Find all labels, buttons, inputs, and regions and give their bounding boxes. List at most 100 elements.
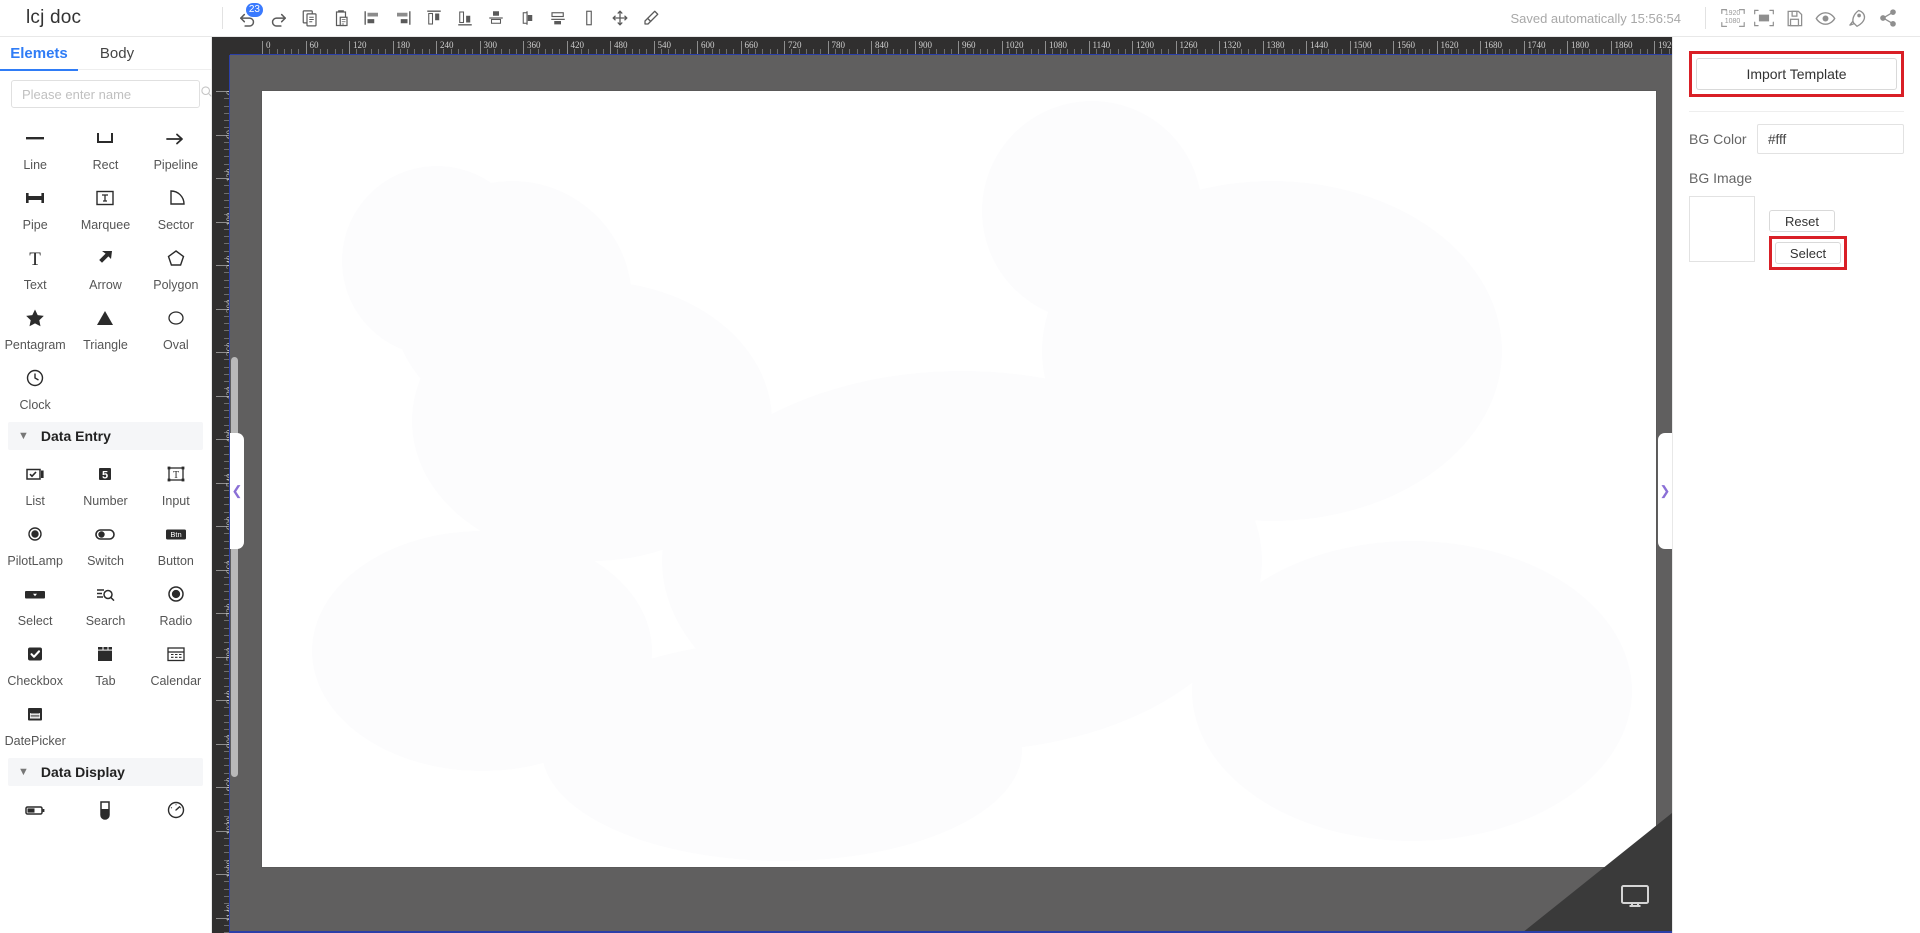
palette-label: DatePicker bbox=[4, 734, 66, 748]
palette-label: Polygon bbox=[153, 278, 199, 292]
bg-color-input[interactable]: #fff bbox=[1757, 124, 1904, 154]
redo-button[interactable] bbox=[264, 4, 293, 33]
align-bottom-button[interactable] bbox=[450, 4, 479, 33]
palette-item-polygon[interactable]: Polygon bbox=[141, 236, 211, 296]
palette-label: Pipeline bbox=[153, 158, 199, 172]
palette-item-rect[interactable]: Rect bbox=[70, 116, 140, 176]
palette-item-search[interactable]: Search bbox=[70, 572, 140, 632]
palette-item-tab[interactable]: Tab bbox=[70, 632, 140, 692]
preview-button[interactable] bbox=[1811, 4, 1840, 33]
collapse-right-handle[interactable]: ❯ bbox=[1658, 433, 1672, 549]
format-painter-button[interactable] bbox=[636, 4, 665, 33]
palette-item-switch[interactable]: Switch bbox=[70, 512, 140, 572]
copy-button[interactable] bbox=[295, 4, 324, 33]
chevron-right-icon: ❯ bbox=[1659, 483, 1671, 498]
palette-item-line[interactable]: Line bbox=[0, 116, 70, 176]
resolution-width: 1920 bbox=[1724, 10, 1741, 17]
bg-image-reset-button[interactable]: Reset bbox=[1769, 210, 1835, 232]
ruler-tick bbox=[1088, 41, 1090, 55]
align-center-vertical-button[interactable] bbox=[481, 4, 510, 33]
palette-item-tank[interactable] bbox=[70, 788, 140, 834]
bg-image-select-button[interactable]: Select bbox=[1775, 242, 1841, 264]
palette-label: Sector bbox=[157, 218, 194, 232]
switch-icon bbox=[92, 521, 118, 547]
search-input[interactable] bbox=[20, 85, 200, 103]
canvas-vertical-scrollbar[interactable] bbox=[231, 357, 238, 777]
ruler-tick bbox=[436, 41, 437, 55]
palette-item-number[interactable]: 5 Number bbox=[70, 452, 140, 512]
palette-group-data-entry: List 5 Number T Input PilotLamp Switch B… bbox=[0, 452, 211, 752]
align-left-button[interactable] bbox=[357, 4, 386, 33]
horizontal-ruler[interactable]: 0 60 120 180 240 300 360 420 480 540 600 660 720 780 8… bbox=[230, 37, 1672, 55]
bg-image-row: Reset Select bbox=[1689, 196, 1904, 270]
palette-item-sector[interactable]: Sector bbox=[141, 176, 211, 236]
paste-button[interactable] bbox=[326, 4, 355, 33]
share-button[interactable] bbox=[1873, 4, 1902, 33]
search-box[interactable] bbox=[11, 80, 212, 108]
palette-label: Checkbox bbox=[7, 674, 63, 688]
palette-item-arrow[interactable]: Arrow bbox=[70, 236, 140, 296]
palette-item-pilotlamp[interactable]: PilotLamp bbox=[0, 512, 70, 572]
palette-item-pentagram[interactable]: Pentagram bbox=[0, 296, 70, 356]
palette-item-button[interactable]: Btn Button bbox=[141, 512, 211, 572]
fit-screen-button[interactable] bbox=[1749, 4, 1778, 33]
bg-image-preview[interactable] bbox=[1689, 196, 1755, 262]
svg-text:Btn: Btn bbox=[170, 530, 181, 539]
canvas-page[interactable] bbox=[262, 91, 1656, 867]
publish-button[interactable] bbox=[1842, 4, 1871, 33]
palette-item-battery[interactable] bbox=[0, 788, 70, 834]
gauge-icon bbox=[164, 797, 188, 823]
move-button[interactable] bbox=[605, 4, 634, 33]
palette-group-shapes: Line Rect Pipeline Pipe Marquee Sector T… bbox=[0, 116, 211, 416]
monitor-icon[interactable] bbox=[1620, 884, 1650, 915]
arrow-icon bbox=[93, 245, 117, 271]
ruler-tick bbox=[697, 41, 698, 55]
palette-item-calendar[interactable]: Calendar bbox=[141, 632, 211, 692]
palette-item-list[interactable]: List bbox=[0, 452, 70, 512]
element-palette[interactable]: Line Rect Pipeline Pipe Marquee Sector T… bbox=[0, 116, 211, 933]
canvas-workarea[interactable]: 0 60 120 180 240 300 360 420 480 540 600 660 720 780 8… bbox=[212, 37, 1672, 933]
calendar-icon bbox=[164, 641, 188, 667]
select-button-highlight: Select bbox=[1769, 236, 1847, 270]
align-right-button[interactable] bbox=[388, 4, 417, 33]
palette-item-select[interactable]: Select bbox=[0, 572, 70, 632]
palette-item-triangle[interactable]: Triangle bbox=[70, 296, 140, 356]
bg-color-label: BG Color bbox=[1689, 131, 1747, 147]
vertical-ruler[interactable]: 0601201802403003604204805406006607207808… bbox=[212, 55, 230, 933]
group-header-data-display[interactable]: ▼ Data Display bbox=[8, 758, 203, 786]
ruler-tick bbox=[914, 41, 916, 55]
group-header-data-entry[interactable]: ▼ Data Entry bbox=[8, 422, 203, 450]
palette-item-gauge[interactable] bbox=[141, 788, 211, 834]
canvas-scroll-region[interactable] bbox=[230, 55, 1672, 933]
distribute-vertical-button[interactable] bbox=[543, 4, 572, 33]
import-template-button[interactable]: Import Template bbox=[1696, 58, 1897, 90]
undo-button[interactable]: 23 bbox=[233, 2, 263, 33]
save-button[interactable] bbox=[1780, 4, 1809, 33]
search-list-icon bbox=[93, 581, 117, 607]
collapse-left-handle[interactable]: ❮ bbox=[230, 433, 244, 549]
ruler-tick bbox=[610, 41, 611, 55]
align-center-horizontal-button[interactable] bbox=[512, 4, 541, 33]
ruler-tick bbox=[784, 41, 785, 55]
distribute-horizontal-button[interactable] bbox=[574, 4, 603, 33]
palette-item-radio[interactable]: Radio bbox=[141, 572, 211, 632]
palette-item-pipe[interactable]: Pipe bbox=[0, 176, 70, 236]
palette-item-checkbox[interactable]: Checkbox bbox=[0, 632, 70, 692]
palette-item-text[interactable]: T Text bbox=[0, 236, 70, 296]
palette-label: List bbox=[25, 494, 45, 508]
resolution-button[interactable]: 1920 1080 bbox=[1718, 4, 1747, 33]
svg-text:T: T bbox=[173, 470, 179, 481]
palette-item-marquee[interactable]: Marquee bbox=[70, 176, 140, 236]
palette-item-datepicker[interactable]: DatePicker bbox=[0, 692, 70, 752]
tab-body[interactable]: Body bbox=[78, 37, 156, 70]
palette-label: Marquee bbox=[80, 218, 131, 232]
palette-item-clock[interactable]: Clock bbox=[0, 356, 70, 416]
palette-item-oval[interactable]: Oval bbox=[141, 296, 211, 356]
palette-label: Number bbox=[83, 494, 128, 508]
palette-item-input[interactable]: T Input bbox=[141, 452, 211, 512]
align-top-button[interactable] bbox=[419, 4, 448, 33]
toolbar-right-group: Saved automatically 15:56:54 1920 1080 bbox=[1510, 4, 1920, 33]
pipe-icon bbox=[23, 185, 47, 211]
tab-elements[interactable]: Elemets bbox=[0, 37, 78, 71]
palette-item-pipeline[interactable]: Pipeline bbox=[141, 116, 211, 176]
